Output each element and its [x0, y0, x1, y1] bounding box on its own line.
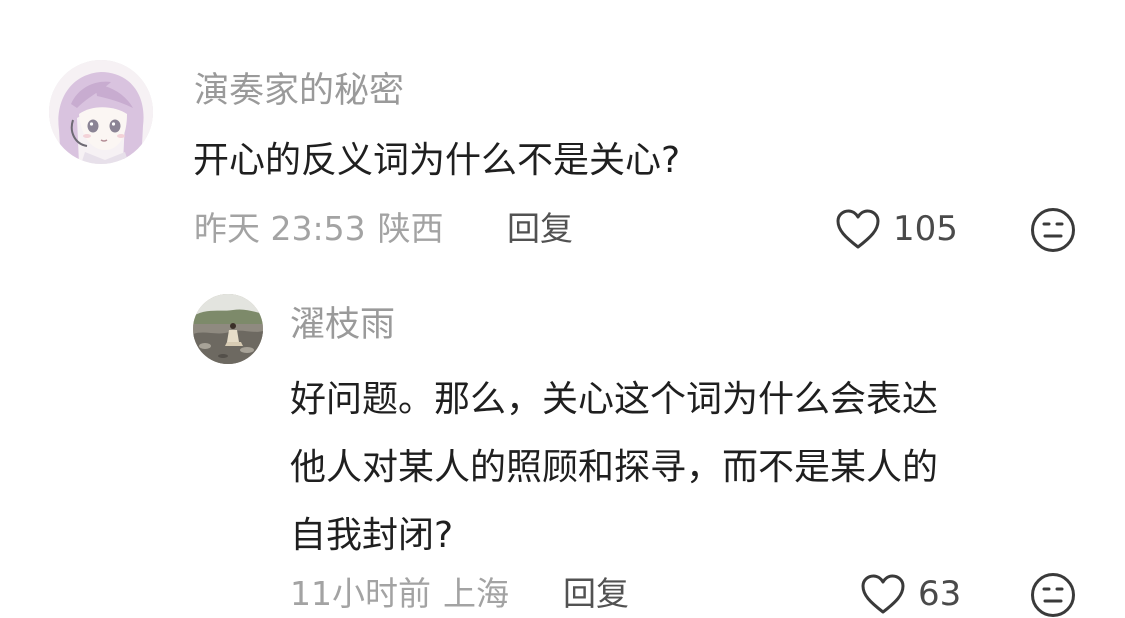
anime-girl-avatar-icon [49, 60, 153, 164]
reply-text-line: 好问题。那么，关心这个词为什么会表达 [290, 379, 939, 420]
reply-user-avatar[interactable] [193, 294, 263, 364]
dislike-face-icon[interactable] [1030, 572, 1076, 618]
reply-username[interactable]: 濯枝雨 [290, 300, 395, 350]
reply-like-count: 63 [918, 574, 962, 614]
reply-reply-button[interactable]: 回复 [563, 571, 629, 617]
comment-text: 开心的反义词为什么不是关心? [193, 140, 681, 181]
reply-text-line: 自我封闭? [290, 515, 454, 556]
reply-text-line: 他人对某人的照顾和探寻，而不是某人的 [290, 447, 939, 488]
reply-time: 11小时前 [290, 574, 431, 613]
reply-button[interactable]: 回复 [507, 206, 573, 252]
user-avatar[interactable] [49, 60, 153, 164]
comment-location: 陕西 [377, 209, 444, 248]
comment-meta: 昨天 23:53 陕西 [194, 206, 444, 252]
reply-like-button[interactable]: 63 [860, 570, 961, 618]
like-button[interactable]: 105 [835, 205, 958, 253]
reply-location: 上海 [443, 574, 509, 613]
comment-item: 演奏家的秘密 开心的反义词为什么不是关心? 昨天 23:53 陕西 回复 105 [0, 0, 1125, 270]
dislike-face-icon[interactable] [1030, 207, 1076, 253]
heart-icon [835, 208, 881, 250]
like-count: 105 [893, 209, 958, 249]
reply-meta: 11小时前 上海 [290, 571, 509, 617]
photo-avatar-icon [193, 294, 263, 364]
reply-text: 好问题。那么，关心这个词为什么会表达 他人对某人的照顾和探寻，而不是某人的 自我… [290, 366, 1050, 570]
comment-time: 昨天 23:53 [194, 209, 366, 248]
comment-username[interactable]: 演奏家的秘密 [194, 66, 404, 116]
